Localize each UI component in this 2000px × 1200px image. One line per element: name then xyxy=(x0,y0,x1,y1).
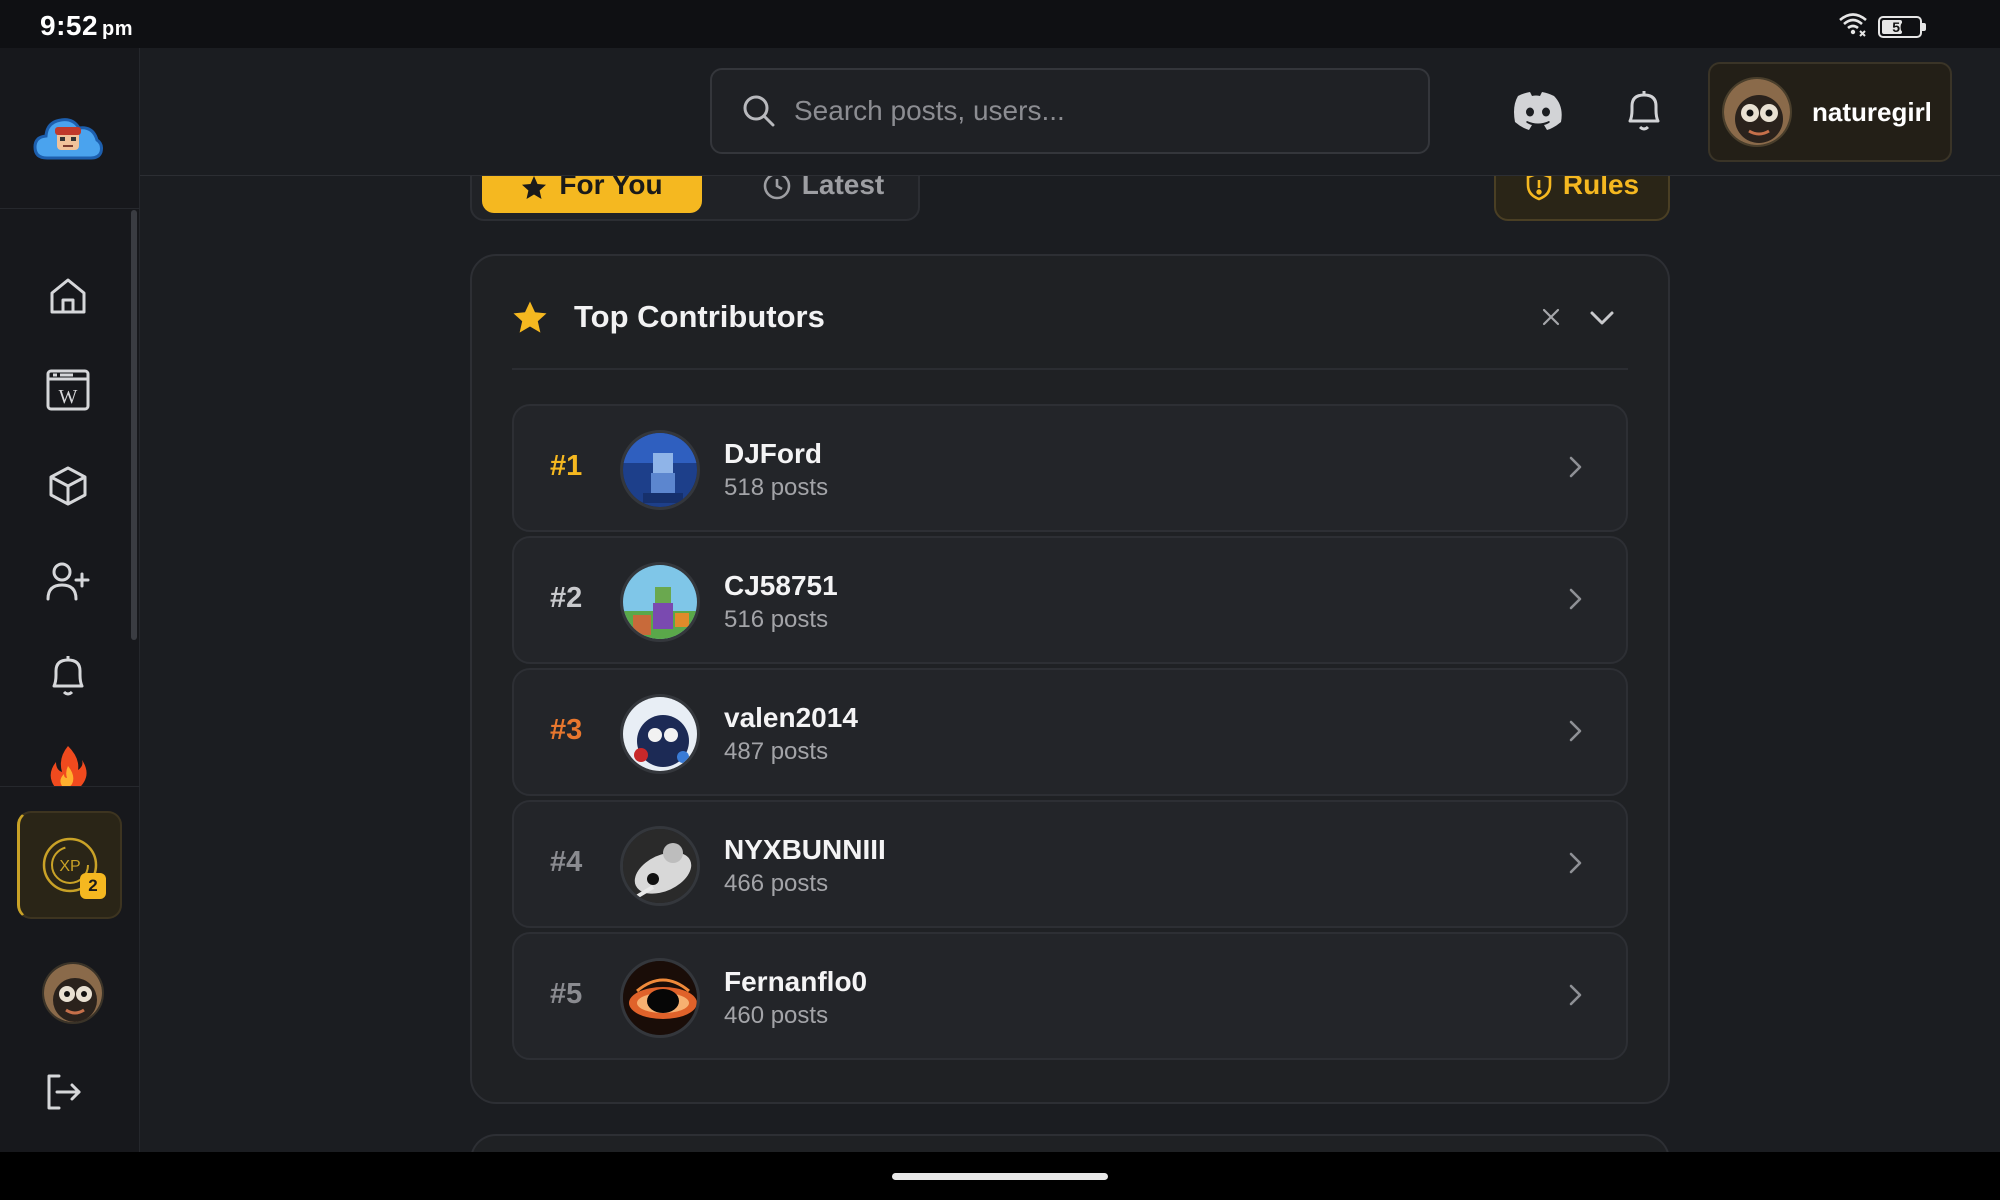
sidebar-avatar[interactable] xyxy=(42,962,104,1024)
contributor-avatar xyxy=(620,826,700,906)
top-contributors-card: Top Contributors #1 DJFord 518 posts #2 xyxy=(470,254,1670,1104)
chevron-right-icon xyxy=(1569,984,1582,1006)
home-icon[interactable] xyxy=(40,268,96,324)
battery-level: 50 xyxy=(1892,18,1908,35)
top-header: naturegirl xyxy=(140,48,2000,176)
contributor-rank: #3 xyxy=(550,714,583,746)
xp-level-badge: 2 xyxy=(80,873,106,899)
contributor-row[interactable]: #1 DJFord 518 posts xyxy=(512,404,1628,532)
status-time-value: 9:52 xyxy=(40,10,99,41)
contributor-rank: #2 xyxy=(550,582,583,614)
contributor-rank: #5 xyxy=(550,978,583,1010)
sidebar-divider xyxy=(0,208,140,209)
search-input[interactable] xyxy=(794,95,1428,127)
contributor-row[interactable]: #4 NYXBUNNIII 466 posts xyxy=(512,800,1628,928)
home-gesture-handle[interactable] xyxy=(892,1173,1108,1180)
contributor-posts: 516 posts xyxy=(724,606,829,633)
search-bar[interactable] xyxy=(710,68,1430,154)
card-header: Top Contributors xyxy=(512,294,1628,360)
app-root: 9:52 pm 50 W XP 2 Search posts, users...… xyxy=(0,0,2000,1200)
profile-button[interactable]: naturegirl xyxy=(1708,62,1952,162)
cube-icon[interactable] xyxy=(40,458,96,514)
chevron-right-icon xyxy=(1569,720,1582,742)
contributor-name: NYXBUNNIII xyxy=(724,834,886,865)
contributor-posts: 518 posts xyxy=(724,474,829,501)
notifications-icon[interactable] xyxy=(40,648,96,704)
contributor-row[interactable]: #5 Fernanflo0 460 posts xyxy=(512,932,1628,1060)
contributor-avatar xyxy=(620,958,700,1038)
chevron-right-icon xyxy=(1569,456,1582,478)
search-icon xyxy=(742,94,776,128)
contributor-posts: 487 posts xyxy=(724,738,829,765)
contributor-name: valen2014 xyxy=(724,702,858,733)
app-logo-icon[interactable] xyxy=(28,98,108,178)
contributor-rank: #1 xyxy=(550,450,583,482)
add-user-icon[interactable] xyxy=(40,553,96,609)
sidebar-scrollbar[interactable] xyxy=(131,210,137,640)
wifi-icon xyxy=(1838,11,1868,42)
contributor-row[interactable]: #2 CJ58751 516 posts xyxy=(512,536,1628,664)
sidebar-divider xyxy=(0,786,140,787)
contributor-row[interactable]: #3 valen2014 487 posts xyxy=(512,668,1628,796)
svg-text:W: W xyxy=(59,386,78,408)
bell-icon[interactable] xyxy=(1618,85,1670,137)
sidebar: W XP 2 xyxy=(0,48,140,1152)
wiki-icon[interactable]: W xyxy=(40,362,96,418)
contributor-avatar xyxy=(620,430,700,510)
status-ampm: pm xyxy=(102,18,134,40)
card-title: Top Contributors xyxy=(574,299,825,334)
contributor-name: Fernanflo0 xyxy=(724,966,868,997)
chevron-right-icon xyxy=(1569,588,1582,610)
status-bar: 9:52 pm 50 xyxy=(0,0,2000,48)
close-icon[interactable] xyxy=(1536,302,1566,332)
contributor-avatar xyxy=(620,694,700,774)
system-nav-bar xyxy=(0,1152,2000,1200)
contributor-name: CJ58751 xyxy=(724,570,838,601)
chevron-right-icon xyxy=(1569,852,1582,874)
profile-username: naturegirl xyxy=(1812,96,1932,127)
star-icon xyxy=(522,176,547,199)
chevron-down-icon[interactable] xyxy=(1584,300,1620,336)
contributor-name: DJFord xyxy=(724,438,822,469)
discord-icon[interactable] xyxy=(1512,85,1564,137)
contributor-avatar xyxy=(620,562,700,642)
fire-icon[interactable] xyxy=(40,744,96,786)
contributor-rank: #4 xyxy=(550,846,583,878)
logout-icon[interactable] xyxy=(36,1064,92,1120)
contributor-posts: 466 posts xyxy=(724,870,829,897)
xp-level-button[interactable]: XP 2 xyxy=(17,811,122,919)
card-divider xyxy=(512,368,1628,370)
xp-label: XP xyxy=(59,858,80,875)
profile-avatar xyxy=(1722,77,1792,147)
contributor-posts: 460 posts xyxy=(724,1002,829,1029)
battery-icon: 50 xyxy=(1878,15,1926,38)
star-icon xyxy=(513,301,547,333)
status-icons: 50 xyxy=(1838,11,1926,42)
status-time: 9:52 pm xyxy=(40,10,133,42)
